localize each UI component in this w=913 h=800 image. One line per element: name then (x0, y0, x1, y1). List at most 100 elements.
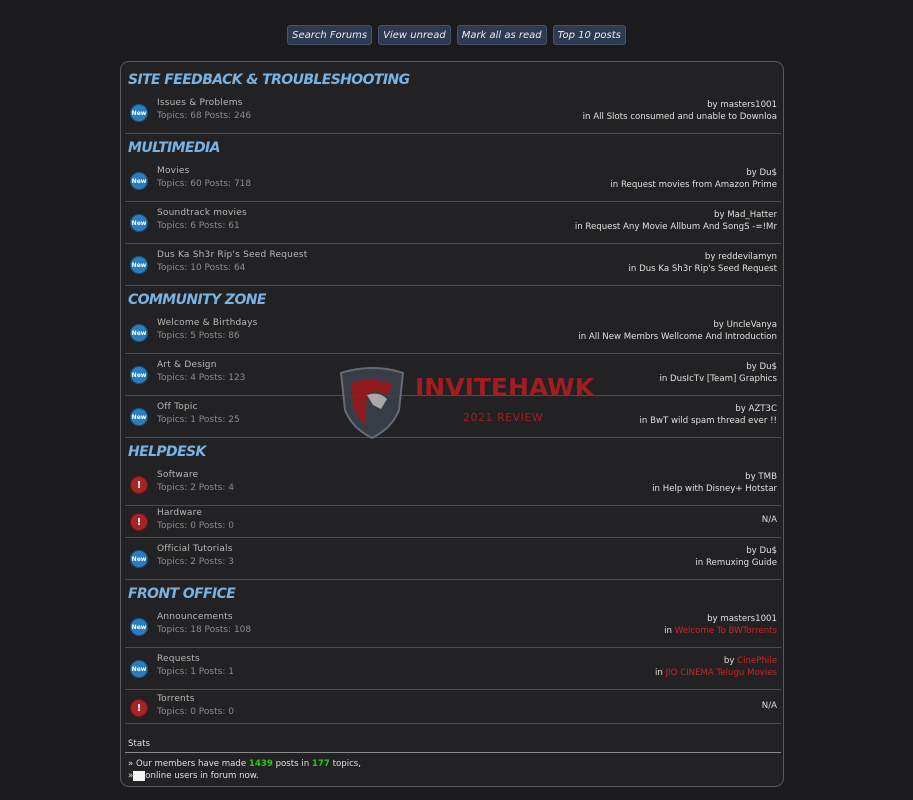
last-post-author[interactable]: by Du$ (746, 168, 777, 178)
forum-row-issues-problems[interactable]: New Issues & Problems Topics: 68 Posts: … (125, 93, 781, 134)
forum-row-movies[interactable]: New Movies Topics: 60 Posts: 718 by Du$ … (125, 161, 781, 202)
last-post-topic[interactable]: in BwT wild spam thread ever !! (640, 416, 777, 426)
forum-name[interactable]: Requests (157, 654, 200, 664)
last-post-author[interactable]: by TMB (745, 472, 777, 482)
last-post-topic: in JIO CINEMA Telugu Movies (655, 668, 777, 678)
no-new-posts-icon: ! (130, 476, 148, 494)
last-post-in-prefix: in (664, 626, 675, 636)
last-post-author[interactable]: by reddevilamyn (705, 252, 777, 262)
forum-name[interactable]: Welcome & Birthdays (157, 318, 258, 328)
top-10-posts-button[interactable]: Top 10 posts (552, 25, 626, 45)
section-title-front-office: FRONT OFFICE (128, 586, 236, 602)
no-new-posts-icon: ! (130, 699, 148, 717)
forum-name[interactable]: Dus Ka Sh3r Rip's Seed Request (157, 250, 307, 260)
section-title-helpdesk: HELPDESK (128, 444, 206, 460)
forum-row-soundtrack-movies[interactable]: New Soundtrack movies Topics: 6 Posts: 6… (125, 203, 781, 244)
new-posts-icon: New (130, 660, 148, 678)
new-posts-icon: New (130, 104, 148, 122)
last-post-author[interactable]: by UncleVanya (713, 320, 777, 330)
forum-name[interactable]: Software (157, 470, 198, 480)
stats-text-a: » Our members have made (128, 759, 249, 769)
last-post-topic[interactable]: in Dus Ka Sh3r Rip's Seed Request (629, 264, 777, 274)
last-post-topic-link[interactable]: JIO CINEMA Telugu Movies (666, 668, 777, 678)
online-count-redacted (133, 770, 146, 781)
section-title-multimedia: MULTIMEDIA (128, 140, 220, 156)
watermark-sub: 2021 REVIEW (463, 411, 544, 424)
section-title-site-feedback: SITE FEEDBACK & TROUBLESHOOTING (128, 72, 410, 88)
forum-row-seed-request[interactable]: New Dus Ka Sh3r Rip's Seed Request Topic… (125, 245, 781, 286)
last-post-author[interactable]: by Du$ (746, 362, 777, 372)
last-post-author[interactable]: by AZT3C (735, 404, 777, 414)
stats-line-online: » online users in forum now. (128, 770, 361, 782)
invitehawk-watermark: INVITEHAWK 2021 REVIEW (337, 365, 594, 440)
forum-stats: Topics: 5 Posts: 86 (157, 331, 240, 341)
new-posts-icon: New (130, 256, 148, 274)
last-post-author[interactable]: by masters1001 (707, 100, 777, 110)
forum-row-software[interactable]: ! Software Topics: 2 Posts: 4 by TMB in … (125, 465, 781, 506)
last-post-topic: in Welcome To BWTorrents (664, 626, 777, 636)
last-post-author[interactable]: by Du$ (746, 546, 777, 556)
last-post-author[interactable]: by Mad_Hatter (714, 210, 777, 220)
new-posts-icon: New (130, 618, 148, 636)
forum-name[interactable]: Announcements (157, 612, 233, 622)
new-posts-icon: New (130, 408, 148, 426)
new-posts-icon: New (130, 172, 148, 190)
forum-row-welcome-birthdays[interactable]: New Welcome & Birthdays Topics: 5 Posts:… (125, 313, 781, 354)
forum-stats: Topics: 0 Posts: 0 (157, 707, 234, 717)
new-posts-icon: New (130, 324, 148, 342)
last-post-author: by CinePhile (724, 656, 777, 666)
last-post-none: N/A (761, 515, 777, 525)
forum-name[interactable]: Art & Design (157, 360, 217, 370)
last-post-topic[interactable]: in Help with Disney+ Hotstar (652, 484, 777, 494)
last-post-topic[interactable]: in All New Membrs Wellcome And Introduct… (578, 332, 777, 342)
forum-stats: Topics: 0 Posts: 0 (157, 521, 234, 531)
forum-name[interactable]: Issues & Problems (157, 98, 243, 108)
forum-row-announcements[interactable]: New Announcements Topics: 18 Posts: 108 … (125, 607, 781, 648)
new-posts-icon: New (130, 550, 148, 568)
forum-row-torrents[interactable]: ! Torrents Topics: 0 Posts: 0 N/A (125, 691, 781, 724)
stats-text-c: topics, (329, 759, 362, 769)
forum-row-requests[interactable]: New Requests Topics: 1 Posts: 1 by CineP… (125, 649, 781, 690)
hawk-shield-icon (339, 367, 405, 440)
new-posts-icon: New (130, 214, 148, 232)
stats-text-b: posts in (272, 759, 312, 769)
last-post-author-link[interactable]: CinePhile (737, 656, 777, 666)
forum-index-panel: SITE FEEDBACK & TROUBLESHOOTING New Issu… (120, 61, 784, 787)
last-post-author[interactable]: by masters1001 (707, 614, 777, 624)
forum-stats: Topics: 18 Posts: 108 (157, 625, 252, 635)
last-post-by-prefix: by (723, 656, 738, 666)
forum-name[interactable]: Soundtrack movies (157, 208, 247, 218)
forum-stats: Topics: 2 Posts: 4 (157, 483, 234, 493)
last-post-topic-link[interactable]: Welcome To BWTorrents (675, 626, 777, 636)
stats-summary: » Our members have made 1439 posts in 17… (128, 758, 361, 782)
stats-line-posts: » Our members have made 1439 posts in 17… (128, 758, 361, 770)
last-post-in-prefix: in (654, 668, 666, 678)
forum-stats: Topics: 60 Posts: 718 (157, 179, 252, 189)
forum-row-official-tutorials[interactable]: New Official Tutorials Topics: 2 Posts: … (125, 539, 781, 580)
no-new-posts-icon: ! (130, 513, 148, 531)
last-post-topic[interactable]: in Request Any Movie Allbum And SongS -=… (575, 222, 777, 232)
forum-name[interactable]: Hardware (157, 508, 202, 518)
forum-stats: Topics: 4 Posts: 123 (157, 373, 246, 383)
mark-all-read-button[interactable]: Mark all as read (456, 25, 547, 45)
last-post-topic[interactable]: in All Slots consumed and unable to Down… (583, 112, 777, 122)
last-post-topic[interactable]: in DusIcTv [Team] Graphics (659, 374, 777, 384)
forum-name[interactable]: Off Topic (157, 402, 198, 412)
forum-stats: Topics: 1 Posts: 25 (157, 415, 240, 425)
forum-stats: Topics: 10 Posts: 64 (157, 263, 246, 273)
search-forums-button[interactable]: Search Forums (287, 25, 373, 45)
last-post-topic[interactable]: in Remuxing Guide (695, 558, 777, 568)
forum-name[interactable]: Torrents (157, 694, 195, 704)
last-post-topic[interactable]: in Request movies from Amazon Prime (610, 180, 777, 190)
forum-name[interactable]: Movies (157, 166, 190, 176)
forum-stats: Topics: 68 Posts: 246 (157, 111, 252, 121)
forum-row-hardware[interactable]: ! Hardware Topics: 0 Posts: 0 N/A (125, 505, 781, 538)
forum-name[interactable]: Official Tutorials (157, 544, 233, 554)
view-unread-button[interactable]: View unread (378, 25, 451, 45)
last-post-none: N/A (761, 701, 777, 711)
forum-toolbar: Search Forums View unread Mark all as re… (0, 25, 913, 45)
forum-stats: Topics: 1 Posts: 1 (157, 667, 234, 677)
post-count: 1439 (248, 759, 273, 769)
stats-heading: Stats (128, 739, 150, 749)
watermark-brand: INVITEHAWK (415, 373, 595, 402)
